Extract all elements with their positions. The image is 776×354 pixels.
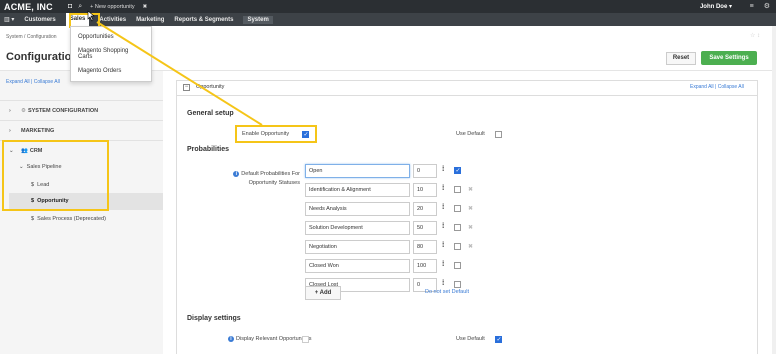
default-status-checkbox[interactable] bbox=[454, 167, 461, 174]
panel-expand-collapse-links[interactable]: Expand All | Collapse All bbox=[690, 84, 744, 90]
hamburger-icon[interactable]: ≡ bbox=[750, 3, 754, 10]
sales-dropdown: Opportunities Magento Shopping Carts Mag… bbox=[70, 26, 152, 82]
dropdown-item-opportunities[interactable]: Opportunities bbox=[71, 30, 151, 44]
sidebar-expand-collapse-links[interactable]: Expand All | Collapse All bbox=[6, 79, 60, 85]
highlight-crm-tree bbox=[2, 140, 109, 211]
probability-input[interactable]: 80 bbox=[413, 240, 437, 254]
default-status-checkbox[interactable] bbox=[454, 281, 461, 288]
default-status-checkbox[interactable] bbox=[454, 205, 461, 212]
new-opportunity-tab[interactable]: + New opportunity bbox=[90, 4, 134, 10]
use-default-label: Use Default bbox=[456, 131, 485, 137]
config-panel bbox=[176, 80, 758, 354]
user-menu[interactable]: John Doe ▾ bbox=[700, 3, 732, 10]
display-relevant-label: i Display Relevant Opportunities bbox=[228, 336, 312, 342]
status-name-input[interactable]: Open bbox=[305, 164, 410, 178]
default-status-checkbox[interactable] bbox=[454, 243, 461, 250]
dashboard-icon[interactable]: ▥ ▾ bbox=[4, 16, 14, 23]
use-default-label: Use Default bbox=[456, 336, 485, 342]
display-relevant-checkbox[interactable] bbox=[302, 336, 309, 343]
status-name-input[interactable]: Identification & Alignment bbox=[305, 183, 410, 197]
drag-handle-icon[interactable]: ⁞ bbox=[442, 242, 444, 249]
close-tab-icon[interactable]: ✖ bbox=[143, 4, 148, 10]
sidebar-item-sales-process[interactable]: $ Sales Process (Deprecated) bbox=[31, 216, 106, 222]
probabilities-heading: Probabilities bbox=[187, 146, 230, 153]
star-icon[interactable]: ☆ ↕ bbox=[750, 32, 760, 39]
search-icon[interactable]: ⌕ bbox=[78, 3, 82, 11]
menu-customers[interactable]: Customers bbox=[24, 17, 55, 23]
main-menu: ▥ ▾ Customers Sales Activities Marketing… bbox=[0, 13, 776, 26]
menu-activities[interactable]: Activities bbox=[99, 17, 126, 23]
menu-marketing[interactable]: Marketing bbox=[136, 17, 164, 23]
status-name-input[interactable]: Closed Won bbox=[305, 259, 410, 273]
sidebar-item-system-configuration[interactable]: › ⚙ SYSTEM CONFIGURATION bbox=[0, 100, 163, 120]
panel-header bbox=[176, 80, 758, 96]
breadcrumb: System / Configuration bbox=[6, 34, 57, 40]
remove-icon[interactable]: ✖ bbox=[468, 205, 473, 212]
default-status-checkbox[interactable] bbox=[454, 186, 461, 193]
menu-reports-segments[interactable]: Reports & Segments bbox=[174, 17, 233, 23]
sidebar-item-marketing[interactable]: › MARKETING bbox=[0, 120, 163, 140]
remove-icon[interactable]: ✖ bbox=[468, 186, 473, 193]
probability-input[interactable]: 100 bbox=[413, 259, 437, 273]
collapse-icon[interactable]: − bbox=[183, 84, 190, 91]
menu-system[interactable]: System bbox=[243, 15, 273, 24]
drag-handle-icon[interactable]: ⁞ bbox=[442, 280, 444, 287]
status-name-input[interactable]: Negotiation bbox=[305, 240, 410, 254]
panel-title: Opportunity bbox=[196, 84, 225, 90]
gear-small-icon: ⚙ bbox=[21, 107, 26, 114]
info-icon: i bbox=[228, 336, 234, 342]
highlight-enable-opportunity bbox=[235, 125, 317, 143]
save-settings-button[interactable]: Save Settings bbox=[701, 51, 757, 65]
remove-icon[interactable]: ✖ bbox=[468, 243, 473, 250]
chevron-right-icon: › bbox=[9, 107, 11, 114]
window-icon[interactable]: ◘ bbox=[68, 3, 72, 10]
gear-icon[interactable]: ⚙ bbox=[764, 3, 770, 10]
info-icon: i bbox=[233, 171, 240, 177]
dollar-icon: $ bbox=[31, 216, 35, 222]
drag-handle-icon[interactable]: ⁞ bbox=[442, 204, 444, 211]
drag-handle-icon[interactable]: ⁞ bbox=[442, 261, 444, 268]
probability-input[interactable]: 50 bbox=[413, 221, 437, 235]
drag-handle-icon[interactable]: ⁞ bbox=[442, 166, 444, 173]
probability-input[interactable]: 20 bbox=[413, 202, 437, 216]
remove-icon[interactable]: ✖ bbox=[468, 224, 473, 231]
drag-handle-icon[interactable]: ⁞ bbox=[442, 185, 444, 192]
use-default-checkbox[interactable] bbox=[495, 131, 502, 138]
page-title: Configuration bbox=[6, 51, 79, 63]
dropdown-item-orders[interactable]: Magento Orders bbox=[71, 64, 151, 78]
chevron-right-icon: › bbox=[9, 127, 11, 134]
probability-input[interactable]: 10 bbox=[413, 183, 437, 197]
probability-input[interactable]: 0 bbox=[413, 164, 437, 178]
use-default-checkbox[interactable] bbox=[495, 336, 502, 343]
display-settings-heading: Display settings bbox=[187, 315, 241, 322]
status-name-input[interactable]: Solution Development bbox=[305, 221, 410, 235]
dropdown-item-shopping-carts[interactable]: Magento Shopping Carts bbox=[71, 44, 151, 64]
default-probabilities-label: i Default Probabilities For Opportunity S… bbox=[222, 170, 300, 188]
general-setup-heading: General setup bbox=[187, 110, 234, 117]
do-not-set-default-link[interactable]: Do not set Default bbox=[425, 289, 469, 295]
add-status-button[interactable]: + Add bbox=[305, 286, 341, 300]
drag-handle-icon[interactable]: ⁞ bbox=[442, 223, 444, 230]
brand-logo[interactable]: ACME, INC bbox=[0, 2, 62, 12]
default-status-checkbox[interactable] bbox=[454, 224, 461, 231]
reset-button[interactable]: Reset bbox=[666, 52, 696, 65]
status-name-input[interactable]: Needs Analysis bbox=[305, 202, 410, 216]
default-status-checkbox[interactable] bbox=[454, 262, 461, 269]
scrollbar[interactable] bbox=[772, 26, 776, 354]
top-bar: ACME, INC ◘ ⌕ + New opportunity ✖ John D… bbox=[0, 0, 776, 13]
